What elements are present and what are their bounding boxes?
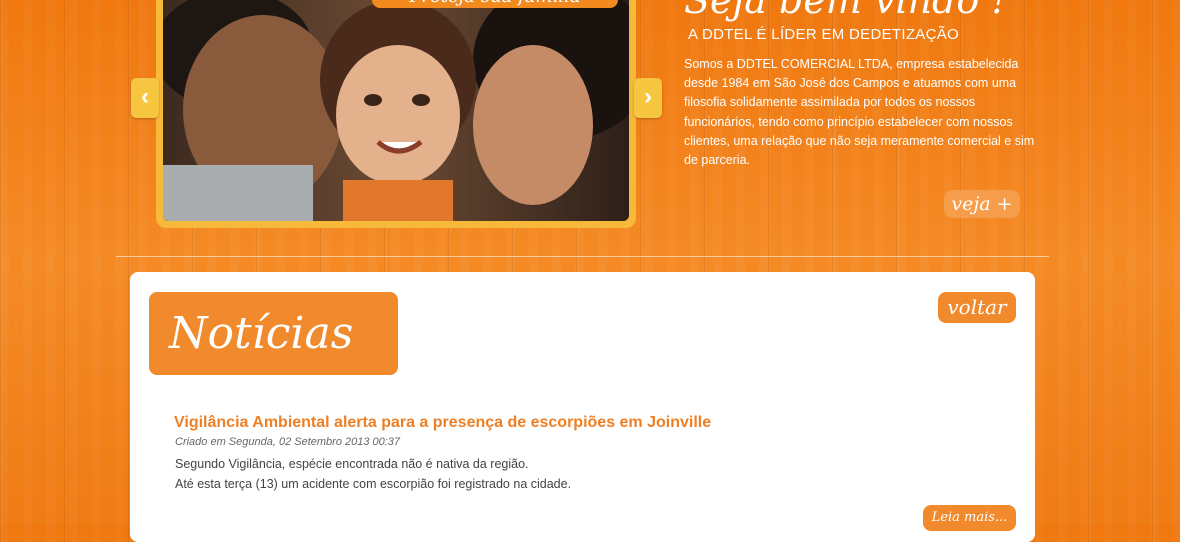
article-summary-line: Até esta terça (13) um acidente com esco… xyxy=(175,477,572,491)
article-summary-line: Segundo Vigilância, espécie encontrada n… xyxy=(175,457,529,471)
welcome-subtitle: A DDTEL É LÍDER EM DEDETIZAÇÃO xyxy=(688,26,959,43)
news-panel: Notícias voltar Vigilância Ambiental ale… xyxy=(130,272,1035,542)
see-more-button[interactable]: veja + xyxy=(944,190,1020,218)
read-more-button[interactable]: Leia mais... xyxy=(923,505,1016,531)
article-date: Criado em Segunda, 02 Setembro 2013 00:3… xyxy=(175,436,401,448)
news-heading: Notícias xyxy=(149,292,398,375)
chevron-right-icon: › xyxy=(644,83,652,110)
welcome-text: Somos a DDTEL COMERCIAL LTDA, empresa es… xyxy=(684,57,1035,168)
slide-caption: Proteja sua família xyxy=(372,0,618,8)
article-title-link[interactable]: Vigilância Ambiental alerta para a prese… xyxy=(174,414,711,432)
slider-prev-button[interactable]: ‹ xyxy=(131,78,159,118)
article-summary: Segundo Vigilância, espécie encontrada n… xyxy=(175,454,571,494)
image-slider: Proteja sua família xyxy=(156,0,636,228)
family-photo xyxy=(163,0,629,221)
welcome-title: Seja bem vindo ! xyxy=(684,0,1007,22)
slider-next-button[interactable]: › xyxy=(634,78,662,118)
chevron-left-icon: ‹ xyxy=(141,83,149,110)
back-button[interactable]: voltar xyxy=(938,292,1016,323)
section-divider xyxy=(116,256,1049,257)
